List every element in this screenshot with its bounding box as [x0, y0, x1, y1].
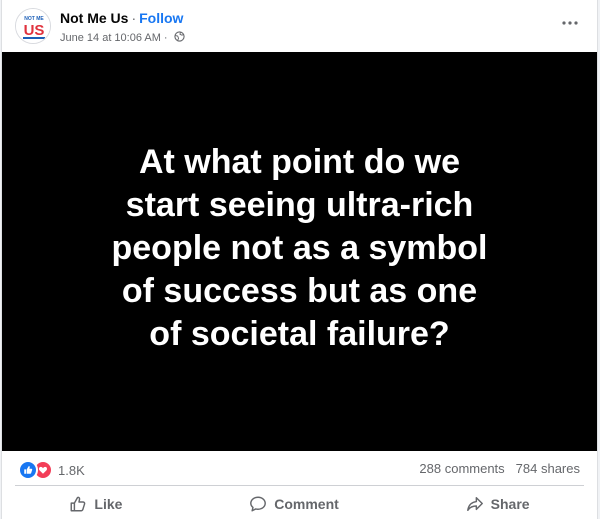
comments-count-link[interactable]: 288 comments [419, 461, 504, 476]
share-label: Share [490, 496, 530, 512]
image-quote-text: At what point do we start seeing ultra-r… [111, 143, 488, 353]
share-button[interactable]: Share [426, 491, 570, 517]
like-label: Like [94, 496, 123, 512]
page-name-link[interactable]: Not Me Us [60, 10, 128, 26]
reaction-count: 1.8K [58, 462, 85, 478]
svg-text:US: US [24, 22, 45, 39]
engagement-counts: 288 comments 784 shares [419, 461, 580, 476]
comment-button[interactable]: Comment [209, 491, 379, 517]
not-me-us-logo-icon: NOT ME US [16, 9, 50, 43]
post-stats: 1.8K 288 comments 784 shares [2, 451, 597, 485]
globe-icon [173, 31, 185, 45]
comment-bubble-icon [250, 496, 267, 512]
more-options-button[interactable] [557, 10, 583, 36]
like-reaction-icon [18, 460, 38, 480]
post-meta: June 14 at 10:06 AM · [60, 31, 185, 45]
like-button[interactable]: Like [29, 491, 162, 517]
post-timestamp[interactable]: June 14 at 10:06 AM [60, 32, 161, 44]
follow-button[interactable]: Follow [139, 10, 183, 26]
meta-separator: · [163, 32, 168, 44]
more-dots-icon [562, 21, 578, 25]
share-arrow-icon [466, 496, 483, 512]
post-author-line: Not Me Us · Follow [60, 10, 183, 26]
actions-divider [15, 485, 584, 486]
post-card: NOT ME US Not Me Us · Follow June 14 at 10… [1, 0, 598, 519]
separator-dot: · [131, 10, 137, 26]
shares-count-link[interactable]: 784 shares [516, 461, 580, 476]
post-image[interactable]: At what point do we start seeing ultra-r… [2, 52, 597, 451]
thumbs-up-icon [70, 496, 86, 512]
post-header: NOT ME US Not Me Us · Follow June 14 at 10… [2, 0, 597, 52]
page-avatar[interactable]: NOT ME US [15, 8, 51, 44]
reactions-summary[interactable]: 1.8K [18, 460, 85, 480]
comment-label: Comment [274, 496, 339, 512]
post-actions-bar: Like Comment Share [6, 489, 593, 519]
